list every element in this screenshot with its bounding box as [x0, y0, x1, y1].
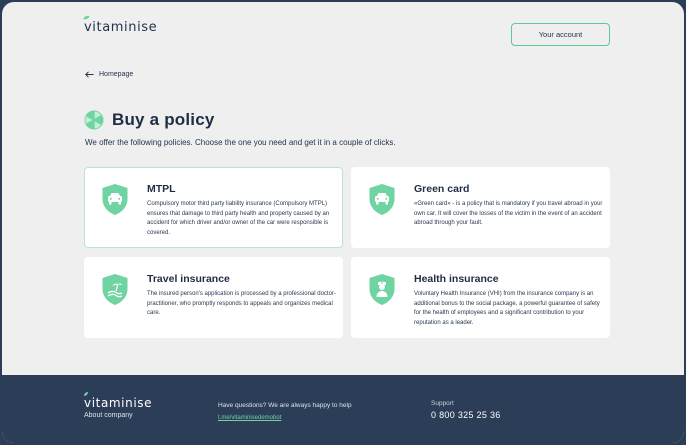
policy-title: MTPL: [147, 183, 176, 195]
title-row: Buy a policy: [84, 110, 215, 130]
footer-logo-text: vitaminise: [84, 396, 153, 410]
your-account-button[interactable]: Your account: [511, 23, 610, 46]
policy-card-health-insurance[interactable]: Health insurance Voluntary Health Insura…: [351, 257, 610, 338]
breadcrumb[interactable]: Homepage: [85, 71, 133, 78]
help-text: Have questions? We are always happy to h…: [218, 402, 352, 409]
citrus-icon: [84, 110, 104, 130]
arrow-left-icon: [85, 71, 94, 78]
logo[interactable]: vitaminise: [83, 14, 158, 35]
travel-shield-icon: [102, 274, 128, 305]
header: vitaminise Your account: [2, 2, 684, 62]
telegram-bot-link[interactable]: t.me/vitaminisedemobot: [218, 415, 281, 421]
doctor-shield-icon: [369, 274, 395, 305]
app-frame: vitaminise Your account Homepage Buy a p…: [2, 2, 684, 443]
footer-logo[interactable]: vitaminise: [84, 392, 153, 410]
policy-description: «Green card» - is a policy that is manda…: [414, 201, 603, 226]
breadcrumb-label: Homepage: [99, 71, 134, 78]
about-company-link[interactable]: About company: [84, 412, 133, 419]
policy-description: Compulsory motor third party liability i…: [147, 201, 330, 236]
car-shield-icon: [369, 184, 395, 215]
page-title: Buy a policy: [112, 110, 215, 129]
policy-card-travel-insurance[interactable]: Travel insurance The insured person's ap…: [84, 257, 343, 338]
support-phone[interactable]: 0 800 325 25 36: [431, 410, 501, 420]
policy-card-green-card[interactable]: Green card «Green card» - is a policy th…: [351, 167, 610, 248]
footer: vitaminise About company Have questions?…: [2, 375, 684, 443]
policy-title: Green card: [414, 183, 470, 195]
policy-title: Health insurance: [414, 273, 499, 285]
support-label: Support: [431, 400, 454, 407]
policy-description: The insured person's application is proc…: [147, 291, 336, 316]
car-shield-icon: [102, 184, 128, 215]
policy-card-mtpl[interactable]: MTPL Compulsory motor third party liabil…: [84, 167, 343, 248]
page-subtitle: We offer the following policies. Choose …: [85, 138, 396, 147]
logo-text: vitaminise: [84, 20, 158, 35]
policy-title: Travel insurance: [147, 273, 230, 285]
policy-description: Voluntary Health Insurance (VHI) from th…: [414, 291, 600, 326]
